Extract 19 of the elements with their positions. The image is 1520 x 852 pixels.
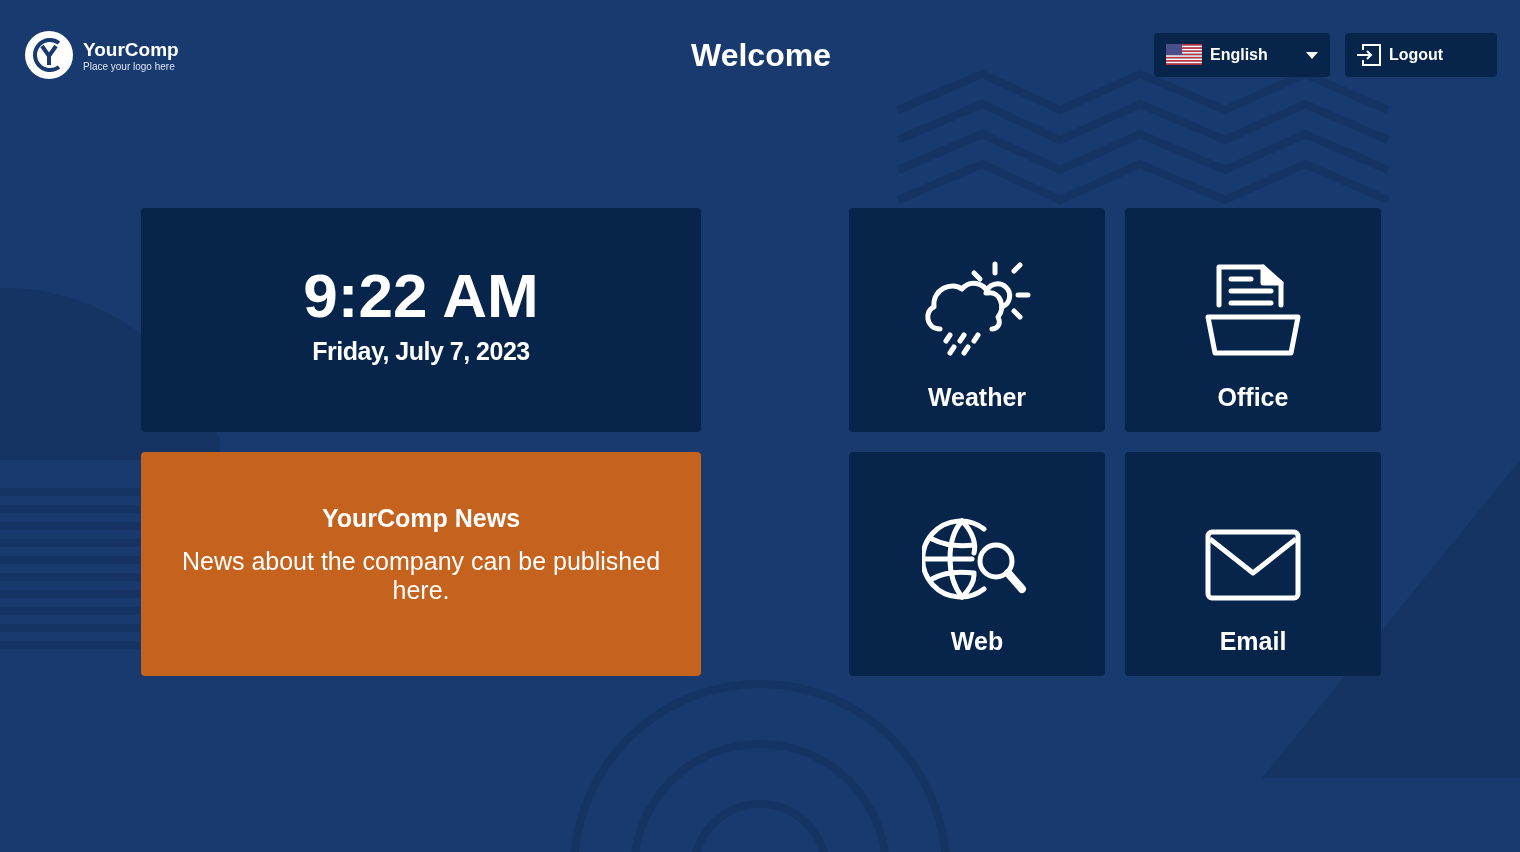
news-title: YourComp News: [321, 503, 521, 533]
logo-name: YourComp: [83, 38, 179, 61]
logo-tagline: Place your logo here: [83, 60, 176, 72]
news-text: News about the company can be published here.: [180, 546, 662, 605]
clock-date: Friday, July 7, 2023: [312, 337, 530, 366]
language-dropdown[interactable]: English: [1154, 33, 1330, 77]
cloud-sun-rain-icon: [922, 259, 1032, 357]
logo-icon: [25, 31, 73, 79]
logout-icon: [1357, 44, 1381, 66]
app-tile[interactable]: Office: [1125, 208, 1381, 432]
flag-icon: [1166, 44, 1202, 66]
logout-button[interactable]: Logout: [1345, 33, 1497, 77]
envelope-icon: [1205, 529, 1301, 601]
app-tile[interactable]: Email: [1125, 452, 1381, 676]
caret-icon: [1306, 51, 1318, 59]
page-title: Welcome: [691, 36, 831, 74]
app-tile[interactable]: Web: [849, 452, 1105, 676]
clock-time: 9:22 AM: [303, 260, 539, 331]
app-tile[interactable]: Weather: [849, 208, 1105, 432]
